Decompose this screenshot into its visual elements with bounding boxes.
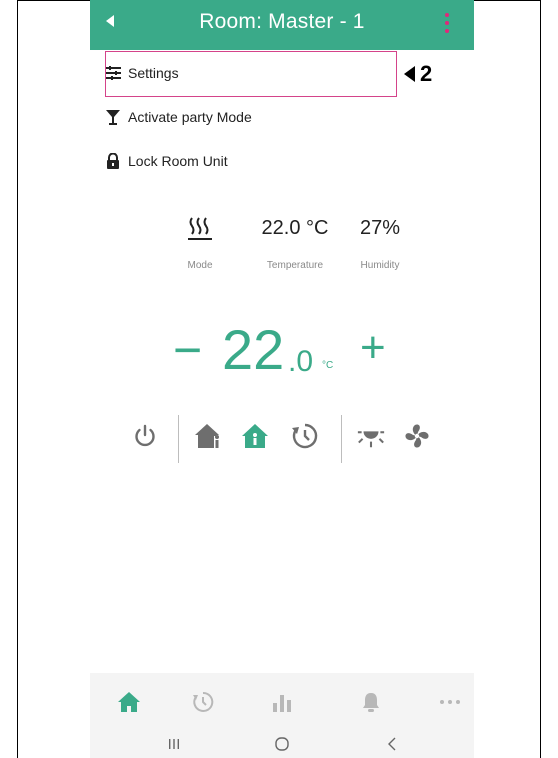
home-away-icon[interactable] bbox=[194, 421, 224, 451]
schedule-icon[interactable] bbox=[188, 689, 218, 715]
setpoint-decimal: .0 bbox=[288, 345, 314, 378]
figure-frame-right bbox=[540, 0, 541, 758]
timer-icon[interactable] bbox=[290, 421, 320, 451]
system-navigation-bar bbox=[90, 729, 474, 758]
more-icon[interactable] bbox=[435, 689, 465, 715]
setpoint-integer: 22 bbox=[222, 318, 285, 381]
humidity-stat: 27% Humidity bbox=[340, 210, 420, 271]
temperature-label: Temperature bbox=[266, 260, 324, 271]
home-circle-icon[interactable] bbox=[270, 735, 294, 753]
temperature-value: 22.0 °C bbox=[261, 217, 329, 239]
control-separator bbox=[341, 415, 342, 463]
increase-temperature-button[interactable]: + bbox=[360, 318, 386, 378]
status-row: Mode 22.0 °C Temperature 27% Humidity bbox=[160, 210, 430, 280]
app-bar: Room: Master - 1 bbox=[90, 0, 474, 50]
setpoint-unit: °C bbox=[322, 360, 334, 371]
more-options-icon[interactable] bbox=[445, 13, 449, 35]
menu-item-lock-room-unit[interactable]: Lock Room Unit bbox=[104, 146, 228, 176]
mode-stat[interactable]: Mode bbox=[160, 210, 240, 271]
callout-number: 2 bbox=[420, 61, 433, 86]
fan-icon[interactable] bbox=[402, 421, 432, 451]
recent-apps-icon[interactable] bbox=[162, 735, 186, 753]
decrease-temperature-button[interactable]: − bbox=[173, 320, 202, 380]
page-title: Room: Master - 1 bbox=[199, 10, 365, 33]
humidity-value: 27% bbox=[359, 217, 401, 239]
mode-label: Mode bbox=[187, 260, 213, 271]
mode-controls bbox=[90, 415, 474, 463]
power-icon[interactable] bbox=[130, 421, 160, 451]
figure-frame-left bbox=[17, 0, 18, 758]
menu-item-label: Lock Room Unit bbox=[128, 153, 228, 169]
menu-item-party-mode[interactable]: Activate party Mode bbox=[104, 102, 252, 132]
temperature-stat: 22.0 °C Temperature bbox=[255, 210, 335, 271]
cooling-icon[interactable] bbox=[356, 421, 386, 451]
home-present-icon[interactable] bbox=[240, 421, 270, 451]
cocktail-glass-icon bbox=[104, 108, 122, 126]
menu-item-label: Activate party Mode bbox=[128, 109, 252, 125]
humidity-label: Humidity bbox=[360, 260, 400, 271]
lock-icon bbox=[104, 152, 122, 170]
home-icon[interactable] bbox=[114, 689, 144, 715]
notifications-icon[interactable] bbox=[356, 689, 386, 715]
statistics-icon[interactable] bbox=[267, 689, 297, 715]
settings-highlight-box bbox=[105, 51, 397, 97]
step-callout: 2 bbox=[404, 61, 433, 86]
heating-waves-icon bbox=[160, 210, 240, 246]
phone-screen: Room: Master - 1 Settings Activate party… bbox=[90, 0, 474, 758]
back-chevron-icon[interactable] bbox=[380, 735, 404, 753]
bottom-navigation bbox=[90, 673, 474, 729]
setpoint-control: − 22 .0 °C + bbox=[90, 318, 474, 388]
callout-arrow-icon bbox=[404, 66, 415, 82]
control-separator bbox=[178, 415, 179, 463]
